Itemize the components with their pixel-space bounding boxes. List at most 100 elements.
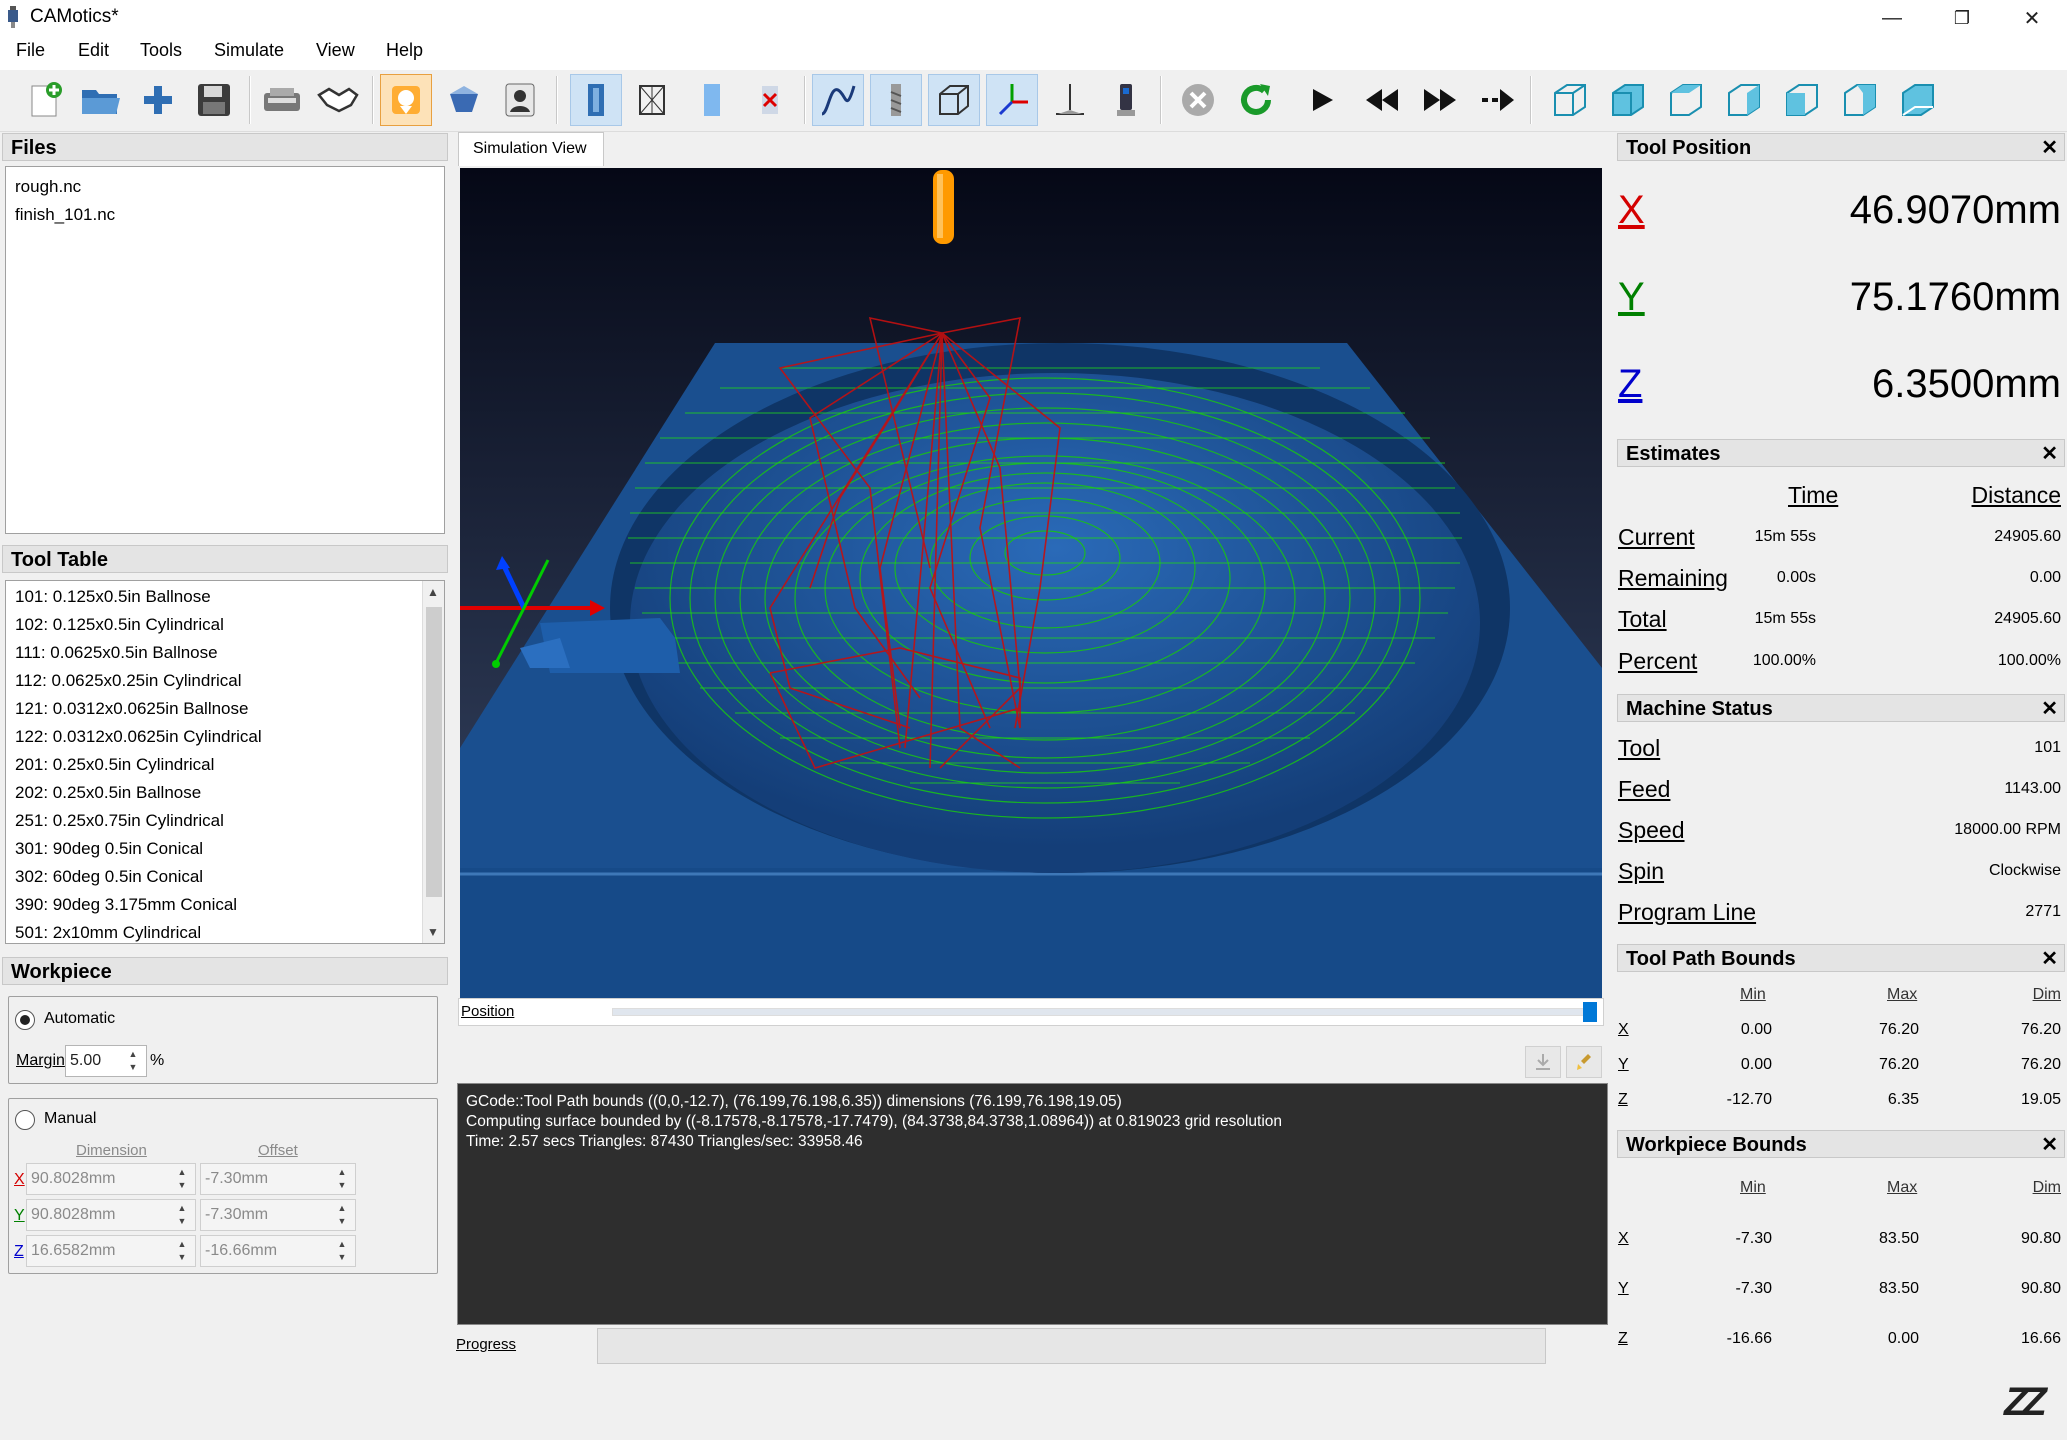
bound-max: 6.35 (1887, 1091, 1919, 1108)
list-item[interactable]: 501: 2x10mm Cylindrical (6, 919, 444, 943)
machine-status-title: Machine Status (1626, 698, 1773, 720)
y-position-value: 75.1760mm (1849, 275, 2061, 319)
automatic-radio[interactable] (15, 1010, 35, 1030)
offset-z-spinbox[interactable]: -16.66mm ▲ ▼ (200, 1235, 356, 1267)
save-icon[interactable] (188, 74, 240, 126)
clear-console-icon[interactable] (1566, 1046, 1602, 1078)
tool-table-scrollbar[interactable]: ▲ ▼ (422, 581, 444, 943)
list-item[interactable]: 302: 60deg 0.5in Conical (6, 863, 444, 891)
rerun-icon[interactable] (1230, 74, 1282, 126)
right-view-icon[interactable] (1776, 74, 1828, 126)
close-icon[interactable]: ✕ (2041, 946, 2058, 971)
position-slider[interactable] (612, 1008, 1597, 1016)
menu-file[interactable]: File (16, 40, 45, 61)
handshake-icon[interactable] (312, 74, 364, 126)
list-item[interactable]: 121: 0.0312x0.0625in Ballnose (6, 695, 444, 723)
close-icon[interactable]: ✕ (2041, 441, 2058, 466)
bound-max: 83.50 (1878, 1230, 1919, 1247)
left-view-icon[interactable] (1718, 74, 1770, 126)
list-item[interactable]: 112: 0.0625x0.25in Cylindrical (6, 667, 444, 695)
step-icon[interactable] (1472, 74, 1524, 126)
top-view-icon[interactable] (1834, 74, 1886, 126)
close-icon[interactable]: ✕ (2041, 696, 2058, 721)
scroll-up-icon[interactable]: ▲ (427, 585, 439, 599)
menu-simulate[interactable]: Simulate (214, 40, 284, 61)
automatic-label: Automatic (44, 1010, 116, 1027)
progress-bar (597, 1328, 1546, 1364)
stop-icon[interactable] (1172, 74, 1224, 126)
axes-icon[interactable] (986, 74, 1038, 126)
console-line: Time: 2.57 secs Triangles: 87430 Triangl… (466, 1133, 863, 1150)
list-item[interactable]: 301: 90deg 0.5in Conical (6, 835, 444, 863)
close-icon[interactable]: ✕ (2041, 1132, 2058, 1157)
back-view-icon[interactable] (1660, 74, 1712, 126)
min-header: Min (1740, 986, 1766, 1003)
menu-help[interactable]: Help (386, 40, 423, 61)
dimension-z-spinbox[interactable]: 16.6582mm ▲ ▼ (26, 1235, 196, 1267)
menu-tools[interactable]: Tools (140, 40, 182, 61)
list-item[interactable]: 102: 0.125x0.5in Cylindrical (6, 611, 444, 639)
list-item[interactable]: rough.nc (6, 173, 444, 201)
spin-arrows-icon[interactable]: ▲ ▼ (331, 1202, 353, 1228)
front-view-icon[interactable] (1602, 74, 1654, 126)
add-file-icon[interactable] (132, 74, 184, 126)
files-list[interactable]: rough.nc finish_101.nc (5, 166, 445, 534)
bounding-box-icon[interactable] (928, 74, 980, 126)
bound-min: 0.00 (1740, 1056, 1772, 1073)
offset-x-spinbox[interactable]: -7.30mm ▲ ▼ (200, 1163, 356, 1195)
spin-arrows-icon[interactable]: ▲ ▼ (171, 1202, 193, 1228)
menu-view[interactable]: View (316, 40, 355, 61)
spin-arrows-icon[interactable]: ▲ ▼ (122, 1048, 144, 1074)
spin-arrows-icon[interactable]: ▲ ▼ (171, 1166, 193, 1192)
maximize-button[interactable]: ❐ (1927, 0, 1997, 36)
tab-simulation-view[interactable]: Simulation View (458, 132, 604, 166)
manual-radio[interactable] (15, 1110, 35, 1130)
list-item[interactable]: 111: 0.0625x0.5in Ballnose (6, 639, 444, 667)
spin-arrows-icon[interactable]: ▲ ▼ (331, 1166, 353, 1192)
dimension-x-spinbox[interactable]: 90.8028mm ▲ ▼ (26, 1163, 196, 1195)
spin-arrows-icon[interactable]: ▲ ▼ (331, 1238, 353, 1264)
offset-y-spinbox[interactable]: -7.30mm ▲ ▼ (200, 1199, 356, 1231)
surface-view-icon[interactable] (570, 74, 622, 126)
scroll-down-icon[interactable]: ▼ (427, 925, 439, 939)
machine-icon[interactable] (1100, 74, 1152, 126)
toolpath-icon[interactable] (812, 74, 864, 126)
list-item[interactable]: 202: 0.25x0.5in Ballnose (6, 779, 444, 807)
dimension-y-spinbox[interactable]: 90.8028mm ▲ ▼ (26, 1199, 196, 1231)
list-item[interactable]: 122: 0.0312x0.0625in Cylindrical (6, 723, 444, 751)
export-icon[interactable] (438, 74, 490, 126)
solid-view-icon[interactable] (686, 74, 738, 126)
settings-icon[interactable] (256, 74, 308, 126)
camotics-icon[interactable] (380, 74, 432, 126)
origin-icon[interactable] (1044, 74, 1096, 126)
list-item[interactable]: 101: 0.125x0.5in Ballnose (6, 583, 444, 611)
position-slider-handle[interactable] (1583, 1002, 1597, 1022)
bottom-view-icon[interactable] (1892, 74, 1944, 126)
remaining-label: Remaining (1618, 565, 1728, 591)
list-item[interactable]: 390: 90deg 3.175mm Conical (6, 891, 444, 919)
slower-icon[interactable] (1356, 74, 1408, 126)
tool-table-list[interactable]: 101: 0.125x0.5in Ballnose 102: 0.125x0.5… (5, 580, 445, 944)
user-icon[interactable] (494, 74, 546, 126)
wireframe-view-icon[interactable] (626, 74, 678, 126)
close-icon[interactable]: ✕ (2041, 135, 2058, 160)
list-item[interactable]: 251: 0.25x0.75in Cylindrical (6, 807, 444, 835)
scrollbar-thumb[interactable] (426, 607, 442, 897)
play-icon[interactable] (1296, 74, 1348, 126)
hide-surface-icon[interactable] (744, 74, 796, 126)
download-icon[interactable] (1525, 1046, 1561, 1078)
margin-spinbox[interactable]: 5.00 ▲ ▼ (65, 1045, 147, 1077)
simulation-viewport[interactable] (460, 168, 1602, 998)
console-log[interactable]: GCode::Tool Path bounds ((0,0,-12.7), (7… (457, 1083, 1608, 1325)
open-file-icon[interactable] (74, 74, 126, 126)
list-item[interactable]: 201: 0.25x0.5in Cylindrical (6, 751, 444, 779)
tool-icon[interactable] (870, 74, 922, 126)
spin-arrows-icon[interactable]: ▲ ▼ (171, 1238, 193, 1264)
minimize-button[interactable]: — (1857, 0, 1927, 36)
new-file-icon[interactable] (18, 74, 70, 126)
list-item[interactable]: finish_101.nc (6, 201, 444, 229)
menu-edit[interactable]: Edit (78, 40, 109, 61)
close-button[interactable]: ✕ (1997, 0, 2067, 36)
iso-view-icon[interactable] (1544, 74, 1596, 126)
faster-icon[interactable] (1414, 74, 1466, 126)
